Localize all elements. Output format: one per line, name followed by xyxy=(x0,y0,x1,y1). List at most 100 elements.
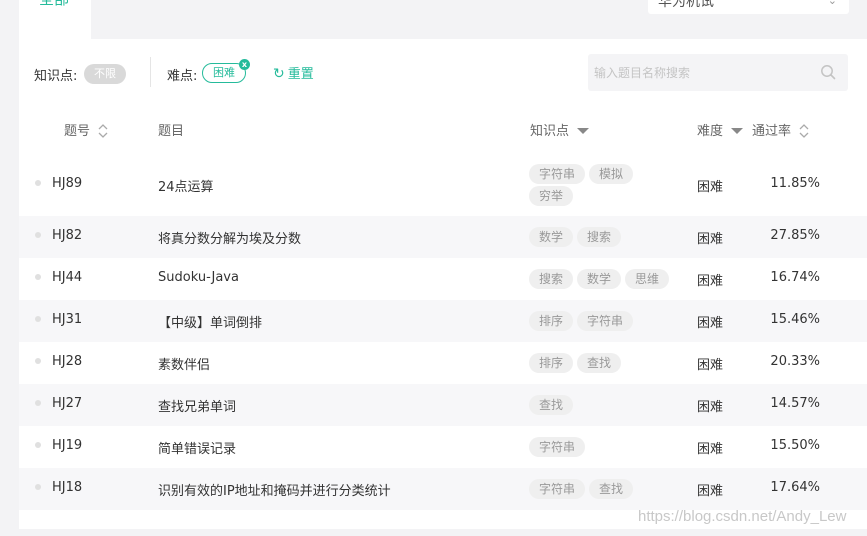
problem-title-link[interactable]: 查找兄弟单词 xyxy=(158,396,236,415)
watermark-text: https://blog.csdn.net/Andy_Lew xyxy=(638,508,847,525)
row-status-dot xyxy=(35,316,41,322)
filter-divider xyxy=(150,57,151,87)
knowledge-tags: 字符串 模拟 穷举 xyxy=(529,164,649,206)
sort-arrows-icon[interactable] xyxy=(799,123,809,139)
problem-title-link[interactable]: 识别有效的IP地址和掩码并进行分类统计 xyxy=(158,480,391,499)
pass-rate-value: 15.50% xyxy=(770,438,820,453)
table-row[interactable]: HJ31 【中级】单词倒排 排序 字符串 困难 15.46% xyxy=(19,300,867,342)
knowledge-tags: 查找 xyxy=(529,395,689,415)
filter-bar: 知识点: 不限 难点: 困难 x ↻ 重置 xyxy=(19,39,867,104)
knowledge-filter-tag[interactable]: 不限 xyxy=(84,64,126,84)
column-id-header[interactable]: 题号 xyxy=(64,120,108,140)
row-status-dot xyxy=(35,180,41,186)
table-row[interactable]: HJ27 查找兄弟单词 查找 困难 14.57% xyxy=(19,384,867,426)
knowledge-tags: 排序 字符串 xyxy=(529,311,689,331)
problem-id: HJ31 xyxy=(52,312,83,327)
search-icon[interactable] xyxy=(820,64,836,80)
pass-rate-value: 16.74% xyxy=(770,270,820,285)
knowledge-tags: 搜索 数学 思维 xyxy=(529,269,689,289)
problem-table: 题号 题目 知识点 难度 通过率 HJ89 24点运算 字符串 模拟 穷举 困难 11.85… xyxy=(19,104,867,510)
filter-caret-icon[interactable] xyxy=(577,127,590,134)
chevron-down-icon: ⌄ xyxy=(827,0,837,7)
column-difficulty-header[interactable]: 难度 xyxy=(697,120,744,139)
problem-list-panel: 知识点: 不限 难点: 困难 x ↻重置 题号 xyxy=(19,39,867,529)
company-select[interactable]: 华为机试 ⌄ xyxy=(648,0,849,14)
problem-id: HJ27 xyxy=(52,396,83,411)
search-box xyxy=(588,54,848,91)
knowledge-tag[interactable]: 模拟 xyxy=(589,164,634,184)
table-header: 题号 题目 知识点 难度 通过率 xyxy=(19,104,867,154)
row-status-dot xyxy=(35,232,41,238)
column-knowledge-label: 知识点 xyxy=(530,124,570,139)
row-status-dot xyxy=(35,400,41,406)
table-row[interactable]: HJ28 素数伴侣 排序 查找 困难 20.33% xyxy=(19,342,867,384)
problem-title-link[interactable]: 24点运算 xyxy=(158,176,214,195)
problem-title-link[interactable]: 素数伴侣 xyxy=(158,354,210,373)
knowledge-tags: 字符串 查找 xyxy=(529,479,689,499)
difficulty-value: 困难 xyxy=(697,484,724,499)
page: 全部 华为机试 ⌄ 知识点: 不限 难点: 困难 x ↻重置 xyxy=(0,0,867,536)
column-title-header: 题目 xyxy=(158,124,185,139)
problem-title-link[interactable]: 将真分数分解为埃及分数 xyxy=(158,228,301,247)
knowledge-tag[interactable]: 思维 xyxy=(625,269,670,289)
filter-caret-icon[interactable] xyxy=(731,127,744,134)
sort-arrows-icon[interactable] xyxy=(98,123,108,139)
knowledge-tag[interactable]: 数学 xyxy=(529,227,574,247)
tab-all[interactable]: 全部 xyxy=(19,0,91,39)
knowledge-tag[interactable]: 字符串 xyxy=(529,479,586,499)
knowledge-tag[interactable]: 搜索 xyxy=(577,227,622,247)
problem-id: HJ82 xyxy=(52,228,83,243)
knowledge-tag[interactable]: 搜索 xyxy=(529,269,574,289)
knowledge-tag[interactable]: 查找 xyxy=(577,353,622,373)
table-row[interactable]: HJ44 Sudoku-Java 搜索 数学 思维 困难 16.74% xyxy=(19,258,867,300)
problem-title-link[interactable]: 简单错误记录 xyxy=(158,438,236,457)
reset-label: 重置 xyxy=(287,67,314,82)
knowledge-tag[interactable]: 穷举 xyxy=(529,186,574,206)
knowledge-tag[interactable]: 查找 xyxy=(529,395,574,415)
search-input[interactable] xyxy=(588,54,814,91)
reset-button[interactable]: ↻ 重置 xyxy=(273,63,314,82)
pass-rate-value: 14.57% xyxy=(770,396,820,411)
knowledge-tag[interactable]: 排序 xyxy=(529,311,574,331)
knowledge-tag[interactable]: 字符串 xyxy=(577,311,634,331)
column-pass-rate-header[interactable]: 通过率 xyxy=(752,120,809,140)
table-body: HJ89 24点运算 字符串 模拟 穷举 困难 11.85% HJ82 将真分数分解为埃及分数数… xyxy=(19,154,867,510)
problem-id: HJ18 xyxy=(52,480,83,495)
pass-rate-value: 17.64% xyxy=(770,480,820,495)
problem-id: HJ19 xyxy=(52,438,83,453)
refresh-icon: ↻ xyxy=(273,66,285,82)
difficulty-value: 困难 xyxy=(697,232,724,247)
column-id-label: 题号 xyxy=(64,124,91,139)
problem-title-link[interactable]: 【中级】单词倒排 xyxy=(158,312,262,331)
company-select-label: 华为机试 xyxy=(658,0,714,10)
knowledge-tag[interactable]: 排序 xyxy=(529,353,574,373)
difficulty-value: 困难 xyxy=(697,442,724,457)
table-row[interactable]: HJ18 识别有效的IP地址和掩码并进行分类统计 字符串 查找 困难 17.64% xyxy=(19,468,867,510)
column-knowledge-header[interactable]: 知识点 xyxy=(530,120,590,139)
difficulty-value: 困难 xyxy=(697,274,724,289)
difficulty-value: 困难 xyxy=(697,358,724,373)
column-pass-rate-label: 通过率 xyxy=(752,124,792,139)
column-difficulty-label: 难度 xyxy=(697,124,724,139)
table-row[interactable]: HJ82 将真分数分解为埃及分数 数学 搜索 困难 27.85% xyxy=(19,216,867,258)
row-status-dot xyxy=(35,484,41,490)
knowledge-tag[interactable]: 数学 xyxy=(577,269,622,289)
knowledge-tag[interactable]: 字符串 xyxy=(529,437,586,457)
knowledge-filter-label: 知识点: xyxy=(34,69,78,84)
close-icon[interactable]: x xyxy=(239,59,250,70)
table-row[interactable]: HJ19 简单错误记录 字符串 困难 15.50% xyxy=(19,426,867,468)
pass-rate-value: 15.46% xyxy=(770,312,820,327)
knowledge-tag[interactable]: 字符串 xyxy=(529,164,586,184)
problem-title-link[interactable]: Sudoku-Java xyxy=(158,270,239,285)
difficulty-filter-label: 难点: xyxy=(167,69,198,84)
pass-rate-value: 11.85% xyxy=(770,176,820,191)
knowledge-tag[interactable]: 查找 xyxy=(589,479,634,499)
row-status-dot xyxy=(35,358,41,364)
knowledge-tags: 字符串 xyxy=(529,437,689,457)
difficulty-value: 困难 xyxy=(697,180,724,195)
table-row[interactable]: HJ89 24点运算 字符串 模拟 穷举 困难 11.85% xyxy=(19,154,867,216)
difficulty-value: 困难 xyxy=(697,400,724,415)
knowledge-tags: 排序 查找 xyxy=(529,353,689,373)
difficulty-value: 困难 xyxy=(697,316,724,331)
row-status-dot xyxy=(35,274,41,280)
